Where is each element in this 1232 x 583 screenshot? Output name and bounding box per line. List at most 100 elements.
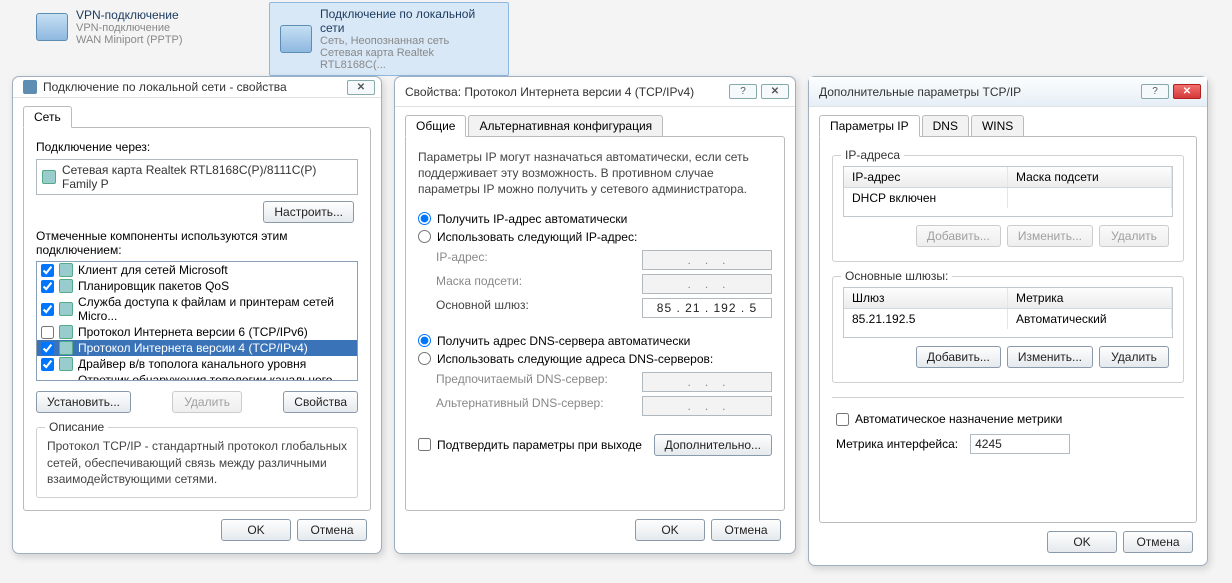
titlebar[interactable]: Подключение по локальной сети - свойства…	[13, 77, 381, 98]
radio-ip-manual[interactable]: Использовать следующий IP-адрес:	[418, 228, 772, 246]
dns1-label: Предпочитаемый DNS-сервер:	[436, 372, 608, 392]
net-sub: Сетевая карта Realtek RTL8168C(...	[320, 47, 498, 71]
gateway-input[interactable]: 85 . 21 . 192 . 5	[642, 298, 772, 318]
col-metric: Метрика	[1008, 288, 1172, 308]
mask-label: Маска подсети:	[436, 274, 522, 294]
tab-general[interactable]: Общие	[405, 115, 466, 137]
dlg-advanced-tcpip: Дополнительные параметры TCP/IP ? ✕ Пара…	[808, 76, 1208, 566]
tab-wins[interactable]: WINS	[971, 115, 1024, 137]
if-metric-input[interactable]	[970, 434, 1070, 454]
cancel-button[interactable]: Отмена	[711, 519, 781, 541]
ip-input: . . .	[642, 250, 772, 270]
description-legend: Описание	[45, 420, 108, 434]
ok-button[interactable]: OK	[221, 519, 291, 541]
component-label: Протокол Интернета версии 4 (TCP/IPv4)	[78, 341, 308, 355]
radio-dns-manual[interactable]: Использовать следующие адреса DNS-сервер…	[418, 350, 772, 368]
cancel-button[interactable]: Отмена	[1123, 531, 1193, 553]
network-icon	[23, 80, 37, 94]
net-title: Подключение по локальной сети	[320, 7, 498, 35]
radio-ip-auto[interactable]: Получить IP-адрес автоматически	[418, 210, 772, 228]
close-button[interactable]: ✕	[1173, 84, 1201, 99]
protocol-icon	[59, 357, 73, 371]
ip-label: IP-адрес:	[436, 250, 488, 270]
help-button[interactable]: ?	[729, 84, 757, 99]
component-label: Планировщик пакетов QoS	[78, 279, 229, 293]
component-label: Служба доступа к файлам и принтерам сете…	[78, 295, 353, 323]
add-button: Добавить...	[916, 225, 1001, 247]
help-button[interactable]: ?	[1141, 84, 1169, 99]
protocol-icon	[59, 279, 73, 293]
titlebar[interactable]: Свойства: Протокол Интернета версии 4 (T…	[395, 77, 795, 107]
component-item[interactable]: Ответчик обнаружения топологии канальног…	[37, 372, 357, 381]
ok-button[interactable]: OK	[1047, 531, 1117, 553]
intro-text: Параметры IP могут назначаться автоматич…	[418, 149, 772, 198]
ip-addresses-legend: IP-адреса	[841, 148, 904, 162]
tab-alternative[interactable]: Альтернативная конфигурация	[468, 115, 663, 137]
net-title: VPN-подключение	[76, 8, 183, 22]
components-label: Отмеченные компоненты используются этим …	[36, 229, 358, 257]
dlg-ipv4-properties: Свойства: Протокол Интернета версии 4 (T…	[394, 76, 796, 554]
components-list[interactable]: Клиент для сетей Microsoft Планировщик па…	[36, 261, 358, 381]
gateways-table[interactable]: Шлюз Метрика 85.21.192.5 Автоматический	[843, 287, 1173, 338]
dlg-title: Свойства: Протокол Интернета версии 4 (T…	[405, 85, 729, 99]
dns2-input: . . .	[642, 396, 772, 416]
connect-via-label: Подключение через:	[36, 140, 358, 154]
component-item[interactable]: Служба доступа к файлам и принтерам сете…	[37, 294, 357, 324]
adapter-box[interactable]: Сетевая карта Realtek RTL8168C(P)/8111C(…	[36, 159, 358, 195]
tab-network[interactable]: Сеть	[23, 106, 72, 128]
network-icon	[36, 13, 68, 41]
component-item[interactable]: Клиент для сетей Microsoft	[37, 262, 357, 278]
if-metric-label: Метрика интерфейса:	[836, 437, 958, 451]
protocol-icon	[59, 325, 73, 339]
radio-dns-auto[interactable]: Получить адрес DNS-сервера автоматически	[418, 332, 772, 350]
dns1-input: . . .	[642, 372, 772, 392]
advanced-button[interactable]: Дополнительно...	[654, 434, 772, 456]
adapter-name: Сетевая карта Realtek RTL8168C(P)/8111C(…	[62, 163, 352, 191]
component-label: Ответчик обнаружения топологии канальног…	[78, 373, 353, 381]
delete-button[interactable]: Удалить	[1099, 346, 1169, 368]
description-text: Протокол TCP/IP - стандартный протокол г…	[47, 438, 347, 487]
net-item-lan[interactable]: Подключение по локальной сети Сеть, Неоп…	[269, 2, 509, 76]
confirm-on-exit-checkbox[interactable]: Подтвердить параметры при выходе	[418, 436, 642, 454]
protocol-icon	[59, 263, 73, 277]
dlg-title: Подключение по локальной сети - свойства	[43, 80, 347, 94]
gateways-legend: Основные шлюзы:	[841, 269, 952, 283]
edit-button[interactable]: Изменить...	[1007, 346, 1093, 368]
protocol-icon	[59, 341, 73, 355]
close-button[interactable]: ✕	[761, 84, 789, 99]
ip-table[interactable]: IP-адрес Маска подсети DHCP включен	[843, 166, 1173, 217]
component-label: Клиент для сетей Microsoft	[78, 263, 228, 277]
ok-button[interactable]: OK	[635, 519, 705, 541]
protocol-icon	[59, 302, 73, 316]
properties-button[interactable]: Свойства	[283, 391, 358, 413]
cancel-button[interactable]: Отмена	[297, 519, 367, 541]
dlg-title: Дополнительные параметры TCP/IP	[819, 85, 1141, 99]
dlg-connection-properties: Подключение по локальной сети - свойства…	[12, 76, 382, 554]
component-item[interactable]: Драйвер в/в тополога канального уровня	[37, 356, 357, 372]
uninstall-button: Удалить	[172, 391, 242, 413]
net-item-vpn[interactable]: VPN-подключение VPN-подключение WAN Mini…	[26, 4, 193, 50]
titlebar[interactable]: Дополнительные параметры TCP/IP ? ✕	[809, 77, 1207, 107]
add-button[interactable]: Добавить...	[916, 346, 1001, 368]
network-icon	[280, 25, 312, 53]
delete-button: Удалить	[1099, 225, 1169, 247]
table-row[interactable]: 85.21.192.5 Автоматический	[844, 309, 1172, 329]
table-row[interactable]: DHCP включен	[844, 188, 1172, 208]
col-ip: IP-адрес	[844, 167, 1008, 187]
install-button[interactable]: Установить...	[36, 391, 131, 413]
tab-ip-params[interactable]: Параметры IP	[819, 115, 920, 137]
net-sub: VPN-подключение	[76, 22, 183, 34]
nic-icon	[42, 170, 56, 184]
tab-dns[interactable]: DNS	[922, 115, 969, 137]
configure-button[interactable]: Настроить...	[263, 201, 354, 223]
component-item[interactable]: Протокол Интернета версии 6 (TCP/IPv6)	[37, 324, 357, 340]
component-label: Протокол Интернета версии 6 (TCP/IPv6)	[78, 325, 308, 339]
component-item[interactable]: Планировщик пакетов QoS	[37, 278, 357, 294]
dns2-label: Альтернативный DNS-сервер:	[436, 396, 604, 416]
net-sub: Сеть, Неопознанная сеть	[320, 35, 498, 47]
component-item[interactable]: Протокол Интернета версии 4 (TCP/IPv4)	[37, 340, 357, 356]
col-gateway: Шлюз	[844, 288, 1008, 308]
auto-metric-checkbox[interactable]: Автоматическое назначение метрики	[836, 410, 1180, 428]
close-button[interactable]: ✕	[347, 80, 375, 95]
component-label: Драйвер в/в тополога канального уровня	[78, 357, 306, 371]
